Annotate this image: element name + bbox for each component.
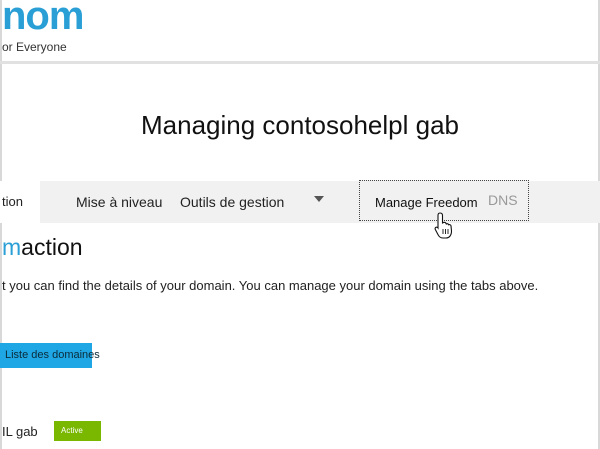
brand-tagline: or Everyone: [2, 40, 67, 54]
header-divider: [0, 61, 600, 64]
caret-down-icon[interactable]: [314, 196, 324, 202]
page-title: Managing contosohelpl gab: [140, 110, 460, 140]
hand-pointer-icon: [434, 212, 453, 239]
section-title: maction: [2, 234, 83, 261]
status-badge: Active: [54, 421, 101, 441]
section-title-text: action: [21, 234, 83, 260]
window-left-border: [0, 0, 2, 449]
tab-management-tools[interactable]: Outils de gestion: [180, 181, 284, 223]
section-description: t you can find the details of your domai…: [2, 278, 539, 293]
dns-label[interactable]: DNS: [488, 192, 518, 208]
domain-list-button[interactable]: Liste des domaines: [0, 343, 100, 368]
section-title-accent: m: [2, 234, 22, 260]
tab-upgrade[interactable]: Mise à niveau: [76, 181, 162, 223]
domain-name-link[interactable]: IL gab: [2, 424, 38, 439]
tab-information-label: tion: [2, 194, 23, 209]
tab-information[interactable]: tion: [0, 181, 40, 223]
brand-logo[interactable]: nom: [2, 0, 84, 39]
manage-freedom-label[interactable]: Manage Freedom: [375, 195, 478, 210]
